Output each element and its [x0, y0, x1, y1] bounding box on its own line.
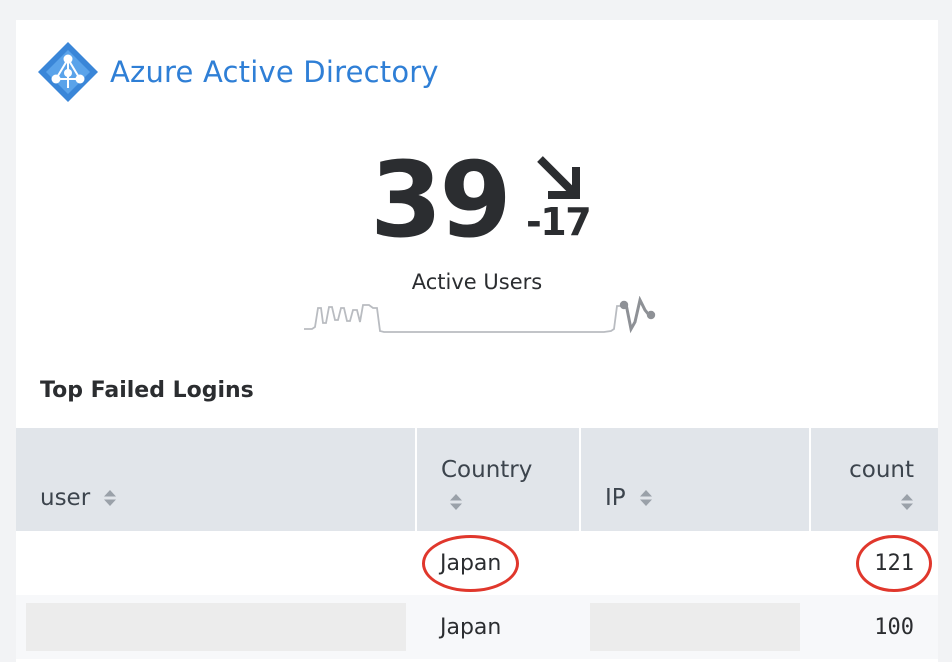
cell-user	[16, 531, 416, 595]
cell-count: 121	[810, 531, 938, 595]
highlighted-country: Japan	[421, 534, 520, 592]
cell-country: Japan	[416, 531, 580, 595]
cell-country: Japan	[416, 595, 580, 659]
brand-header: Azure Active Directory	[36, 40, 439, 104]
arrow-down-right-icon	[537, 156, 580, 199]
table-header-row: user Country IP count	[16, 428, 938, 531]
sort-icon[interactable]	[900, 493, 914, 511]
table-row[interactable]: Japan 121	[16, 531, 938, 595]
cell-ip-redacted	[580, 595, 810, 659]
column-label: IP	[605, 485, 626, 511]
cell-ip	[580, 531, 810, 595]
sort-icon[interactable]	[449, 493, 463, 511]
active-users-kpi: 39 -17	[16, 148, 938, 258]
table-row[interactable]: Japan 100	[16, 595, 938, 659]
column-label: Country	[441, 457, 533, 483]
cell-user-redacted	[16, 595, 416, 659]
highlighted-count: 121	[856, 534, 932, 592]
redaction-block	[590, 603, 800, 651]
dashboard-panel: Azure Active Directory 39 -17 Active Use…	[16, 20, 938, 662]
column-label: user	[40, 485, 91, 511]
column-header-user[interactable]: user	[16, 428, 417, 531]
sort-icon[interactable]	[103, 489, 117, 507]
sort-icon[interactable]	[639, 489, 653, 507]
column-label: count	[849, 457, 914, 483]
column-header-ip[interactable]: IP	[580, 428, 811, 531]
section-title: Top Failed Logins	[40, 378, 254, 403]
kpi-delta: -17	[526, 200, 592, 244]
redaction-block	[26, 603, 406, 651]
brand-name: Azure Active Directory	[110, 55, 439, 89]
cell-count: 100	[810, 595, 938, 659]
failed-logins-table: user Country IP count Japan 121 Japan 10…	[16, 428, 938, 659]
active-users-sparkline	[304, 296, 656, 334]
kpi-value: 39	[370, 139, 512, 261]
column-header-country[interactable]: Country	[416, 428, 581, 531]
azure-ad-diamond-icon	[38, 42, 98, 102]
column-header-count[interactable]: count	[810, 428, 938, 531]
kpi-label: Active Users	[411, 270, 543, 294]
